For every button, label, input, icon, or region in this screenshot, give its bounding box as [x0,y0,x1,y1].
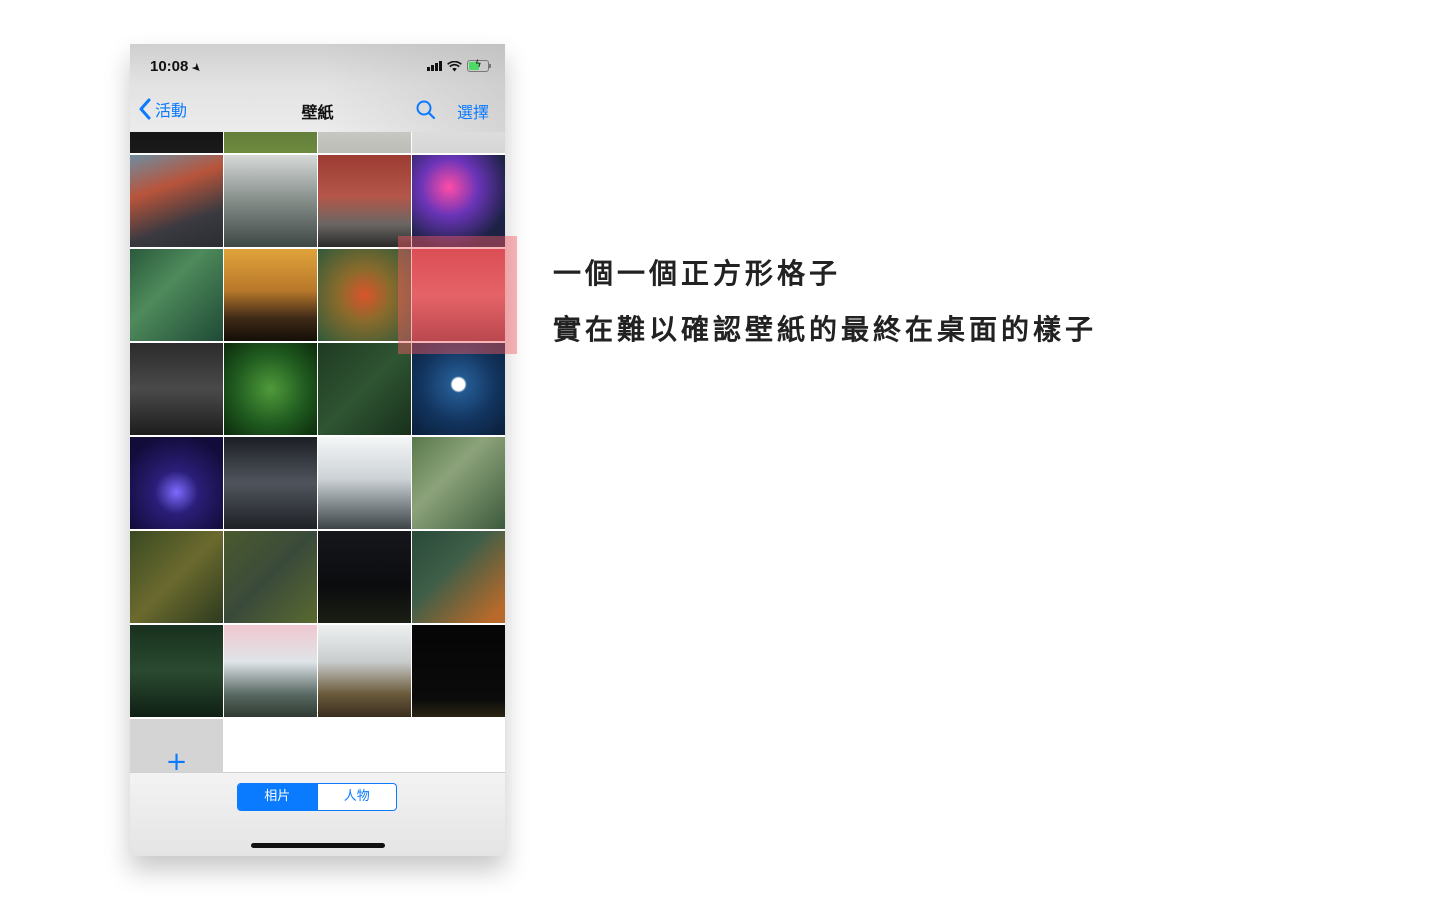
status-time: 10:08➤ [150,58,204,76]
photo-river-valley[interactable] [412,437,505,529]
photo-fern-leaves[interactable] [224,343,317,435]
back-button[interactable]: 活動 [138,97,187,121]
search-button[interactable] [415,99,437,121]
photo-neon-night-street[interactable] [412,155,505,247]
photo-skyscrapers[interactable] [224,155,317,247]
status-icons: ϟ [427,59,491,72]
segment-people[interactable]: 人物 [316,784,397,810]
wifi-icon [447,60,462,71]
photo-grid [130,131,505,774]
photo-green-top[interactable] [224,131,317,153]
photo-brick-building-bus[interactable] [318,155,411,247]
photo-desk-top[interactable] [318,131,411,153]
caption-line-2: 實在難以確認壁紙的最終在桌面的樣子 [553,313,1098,346]
photo-dark-top[interactable] [130,131,223,153]
photo-wolf-moon[interactable] [412,343,505,435]
photo-lake-shore-aerial[interactable] [412,531,505,623]
photo-curved-road-forest[interactable] [224,531,317,623]
cellular-signal-icon [427,61,442,71]
photo-tunnel-road[interactable] [224,437,317,529]
photo-iphone-internals[interactable] [130,343,223,435]
segment-photos[interactable]: 相片 [238,784,317,810]
select-button[interactable]: 選擇 [457,99,489,123]
navigation-bar: 10:08➤ ϟ 活動 壁紙 選擇 [130,44,505,132]
caption-line-1: 一個一個正方形格子 [553,257,842,290]
back-button-label: 活動 [155,101,188,120]
battery-charging-icon: ϟ [467,59,491,72]
photo-foggy-valley[interactable] [318,625,411,717]
home-indicator[interactable] [251,843,385,848]
bottom-toolbar: 相片 人物 [130,772,505,856]
photo-snowy-mountains-pink[interactable] [224,625,317,717]
photo-golden-mountains[interactable] [224,249,317,341]
location-arrow-icon: ➤ [189,61,204,76]
search-icon [416,100,436,120]
photo-white-top[interactable] [412,131,505,153]
photo-dark-night-road[interactable] [412,625,505,717]
phone-screenshot: 10:08➤ ϟ 活動 壁紙 選擇 + 相片 人物 [130,44,505,856]
photo-misty-mountains[interactable] [318,437,411,529]
photo-winding-road-forest[interactable] [130,249,223,341]
photo-city-crossing[interactable] [130,155,223,247]
chevron-left-icon [139,98,151,120]
segmented-control: 相片 人物 [237,783,397,811]
highlight-overlay [398,236,517,354]
photo-pine-forest[interactable] [130,625,223,717]
photo-green-forest-aerial[interactable] [318,343,411,435]
photo-night-blue-car[interactable] [130,437,223,529]
photo-forest-path[interactable] [130,531,223,623]
photo-night-trees[interactable] [318,531,411,623]
